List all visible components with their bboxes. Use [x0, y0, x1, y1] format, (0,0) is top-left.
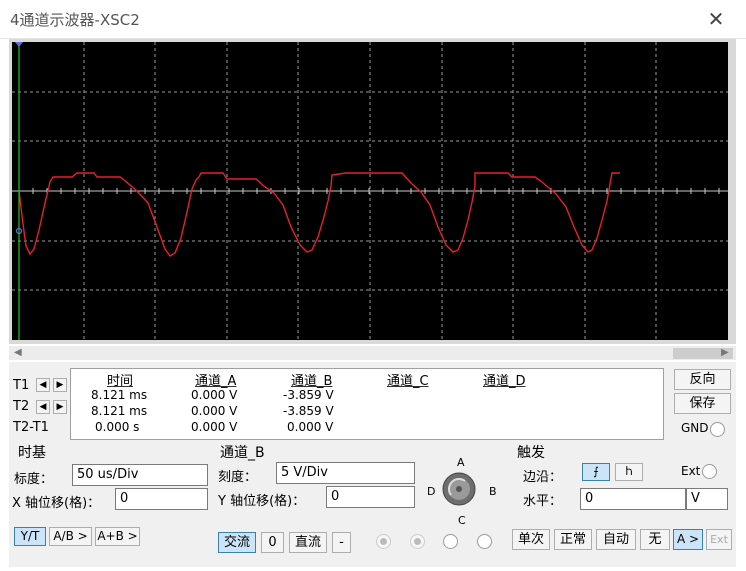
y-position-field[interactable]: 0 [326, 486, 415, 508]
coupling-ac-button[interactable]: 交流 [218, 532, 256, 553]
coupling-zero-button[interactable]: 0 [261, 532, 284, 553]
t1-channel-a: 0.000 V [191, 388, 238, 402]
x-position-label: X 轴位移(格)： [12, 496, 101, 511]
col-header-channel-b: 通道_B [291, 374, 333, 389]
t2-channel-b: -3.859 V [283, 404, 334, 418]
horizontal-scrollbar[interactable]: ◀ ▶ [9, 346, 736, 360]
col-header-channel-a: 通道_A [195, 374, 237, 389]
mode-a-plus-b-button[interactable]: A+B > [95, 527, 140, 546]
trigger-source-ext-button[interactable]: Ext [706, 529, 732, 550]
channel-radio-4[interactable] [477, 534, 492, 549]
window-title: 4通道示波器-XSC2 [10, 11, 140, 29]
coupling-dc-button[interactable]: 直流 [289, 532, 327, 553]
ext-trigger-label: Ext [681, 464, 701, 478]
t2-right-arrow-icon[interactable]: ▶ [53, 400, 67, 414]
channel-offset-marker-icon [15, 227, 23, 235]
t1-left-arrow-icon[interactable]: ◀ [36, 378, 50, 392]
t2-label: T2 [13, 399, 30, 414]
t1-channel-b: -3.859 V [283, 388, 334, 402]
scroll-right-icon[interactable]: ▶ [721, 347, 729, 358]
channel-scale-label: 刻度： [218, 470, 258, 485]
save-button[interactable]: 保存 [674, 393, 731, 414]
t1-time: 8.121 ms [91, 388, 148, 402]
channel-knob-icon[interactable] [441, 471, 477, 507]
col-header-time: 时间 [107, 374, 134, 389]
trigger-auto-button[interactable]: 自动 [596, 529, 636, 550]
t1-right-arrow-icon[interactable]: ▶ [53, 378, 67, 392]
title-bar: 4通道示波器-XSC2 ✕ [0, 0, 746, 39]
t1-label: T1 [13, 378, 30, 393]
level-field[interactable]: 0 [580, 488, 686, 510]
knob-label-b: B [489, 485, 497, 498]
level-unit-field[interactable]: V [686, 488, 728, 510]
channel-radio-1[interactable] [376, 534, 391, 549]
timebase-title: 时基 [18, 445, 46, 461]
t2-t1-channel-b: 0.000 V [287, 420, 334, 434]
coupling-minus-button[interactable]: - [332, 532, 351, 553]
trigger-single-button[interactable]: 单次 [512, 529, 550, 550]
t2-t1-channel-a: 0.000 V [191, 420, 238, 434]
x-position-field[interactable]: 0 [115, 488, 208, 510]
channel-title: 通道_B [220, 445, 265, 461]
mode-yt-button[interactable]: Y/T [14, 527, 46, 546]
scope-screen[interactable] [12, 42, 728, 340]
trigger-normal-button[interactable]: 正常 [554, 529, 592, 550]
channel-b-trace [18, 172, 620, 257]
t2-time: 8.121 ms [91, 404, 148, 418]
channel-radio-2[interactable] [410, 534, 425, 549]
t2-t1-label: T2-T1 [13, 420, 49, 435]
ext-trigger-radio[interactable] [702, 464, 717, 479]
knob-label-c: C [458, 514, 466, 527]
knob-label-a: A [457, 456, 465, 469]
gnd-label: GND [681, 421, 709, 435]
level-label: 水平： [523, 494, 563, 509]
timebase-scale-field[interactable]: 50 us/Div [72, 464, 208, 486]
t2-left-arrow-icon[interactable]: ◀ [36, 400, 50, 414]
channel-scale-field[interactable]: 5 V/Div [276, 462, 415, 484]
trigger-title: 触发 [517, 445, 545, 461]
waveform-plot [12, 42, 728, 340]
rising-edge-icon[interactable]: ⨍ [582, 463, 610, 481]
col-header-channel-c: 通道_C [387, 374, 429, 389]
cursor-marker-icon [15, 42, 23, 47]
scroll-left-icon[interactable]: ◀ [14, 347, 22, 358]
t2-channel-a: 0.000 V [191, 404, 238, 418]
y-position-label: Y 轴位移(格)： [218, 494, 306, 509]
t2-t1-time: 0.000 s [95, 420, 140, 434]
trigger-none-button[interactable]: 无 [640, 529, 670, 550]
col-header-channel-d: 通道_D [483, 374, 526, 389]
mode-ab-button[interactable]: A/B > [49, 527, 92, 546]
channel-radio-3[interactable] [443, 534, 458, 549]
close-icon[interactable]: ✕ [703, 6, 729, 32]
knob-label-d: D [427, 485, 436, 498]
measurement-readout: 时间 通道_A 通道_B 通道_C 通道_D 8.121 ms 0.000 V … [70, 368, 664, 440]
trigger-source-a-button[interactable]: A > [673, 529, 703, 550]
timebase-scale-label: 标度： [14, 472, 54, 487]
gnd-radio[interactable] [710, 422, 725, 437]
reverse-button[interactable]: 反向 [674, 369, 731, 390]
edge-label: 边沿： [523, 470, 563, 485]
falling-edge-icon[interactable]: Ⴙ [615, 463, 643, 481]
